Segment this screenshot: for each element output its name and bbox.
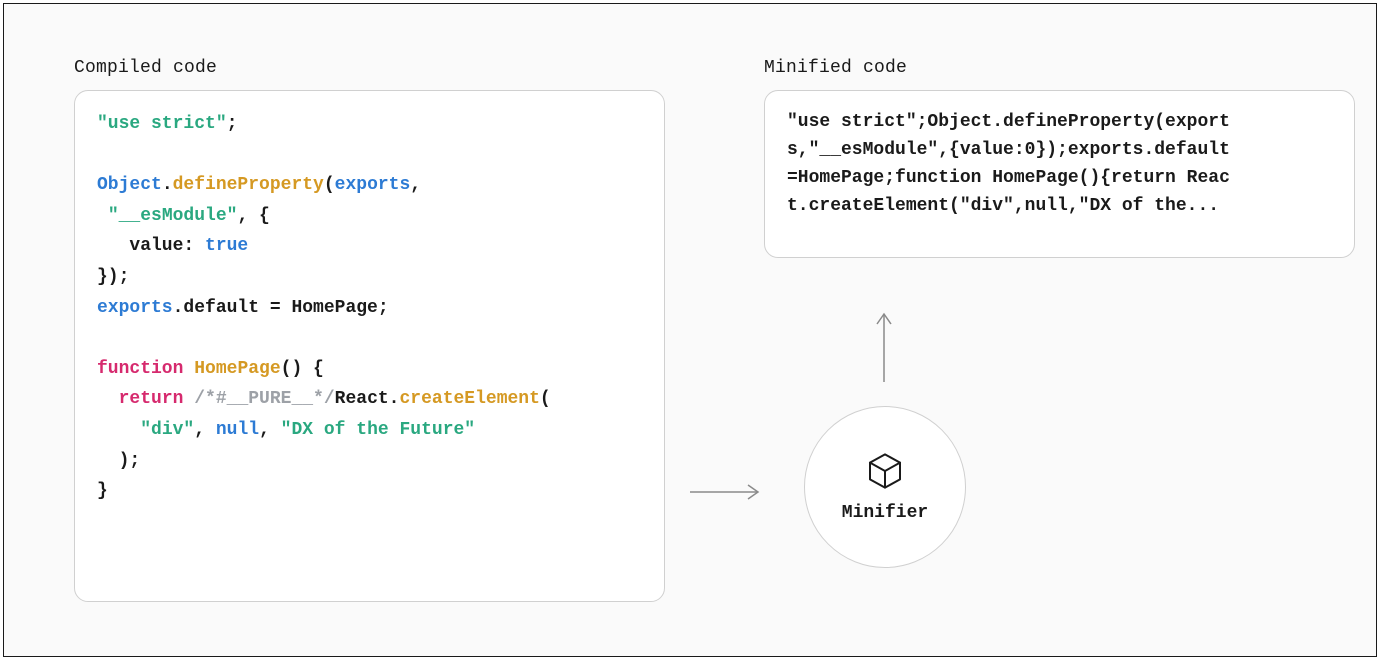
code-token: exports bbox=[335, 175, 411, 195]
cube-icon bbox=[865, 451, 905, 495]
code-token: null bbox=[216, 420, 259, 440]
code-token: createElement bbox=[399, 389, 539, 409]
code-token: return bbox=[119, 389, 184, 409]
code-token: function bbox=[97, 359, 183, 379]
code-token: /*#__PURE__*/ bbox=[194, 389, 334, 409]
code-token: () { bbox=[281, 359, 324, 379]
code-token bbox=[97, 420, 140, 440]
code-token: . bbox=[162, 175, 173, 195]
code-token: } bbox=[97, 481, 108, 501]
code-token: ( bbox=[324, 175, 335, 195]
code-token: "div" bbox=[140, 420, 194, 440]
code-token bbox=[183, 359, 194, 379]
code-token: .default = HomePage; bbox=[173, 298, 389, 318]
code-token: value: bbox=[97, 236, 205, 256]
arrow-up-icon bbox=[874, 304, 894, 384]
left-panel-label: Compiled code bbox=[74, 58, 217, 78]
diagram-frame: Compiled code Minified code "use strict"… bbox=[3, 3, 1377, 657]
minified-code-box: "use strict";Object.defineProperty(expor… bbox=[764, 90, 1355, 258]
code-token: ); bbox=[97, 451, 140, 471]
code-token: React. bbox=[335, 389, 400, 409]
code-token: Object bbox=[97, 175, 162, 195]
code-token: HomePage bbox=[194, 359, 280, 379]
code-token: , bbox=[410, 175, 421, 195]
code-token: defineProperty bbox=[173, 175, 324, 195]
code-token: , bbox=[194, 420, 216, 440]
code-token: "use strict" bbox=[97, 114, 227, 134]
code-token: }); bbox=[97, 267, 129, 287]
code-token: exports bbox=[97, 298, 173, 318]
code-token: true bbox=[205, 236, 248, 256]
code-token bbox=[183, 389, 194, 409]
code-token: "__esModule" bbox=[108, 206, 238, 226]
arrow-right-icon bbox=[688, 482, 768, 502]
code-token: , { bbox=[237, 206, 269, 226]
code-token: "DX of the Future" bbox=[281, 420, 475, 440]
compiled-code-box: "use strict"; Object.defineProperty(expo… bbox=[74, 90, 665, 602]
right-panel-label: Minified code bbox=[764, 58, 907, 78]
code-token: ( bbox=[540, 389, 551, 409]
code-token: ; bbox=[227, 114, 238, 134]
code-token: , bbox=[259, 420, 281, 440]
minifier-label: Minifier bbox=[842, 503, 928, 523]
minifier-node: Minifier bbox=[804, 406, 966, 568]
code-token bbox=[97, 206, 108, 226]
code-token bbox=[97, 389, 119, 409]
